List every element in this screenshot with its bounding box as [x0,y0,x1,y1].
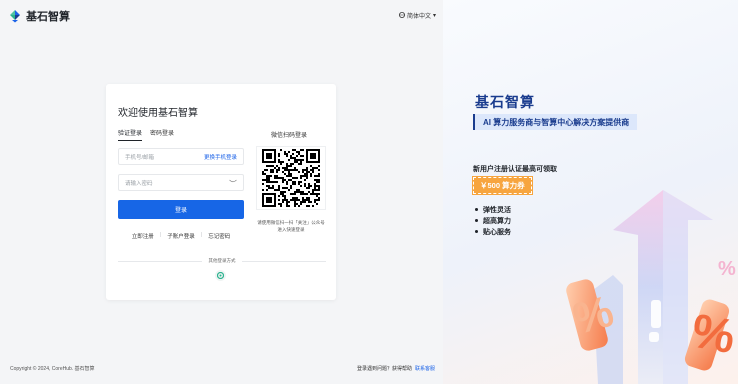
promo-illustration: % % % [566,190,738,384]
qr-hint-line2: 进入快速登录 [277,227,305,232]
tab-password-login[interactable]: 密码登录 [150,128,174,141]
qr-hint-line1: 请使用微信扫一扫「关注」公众号 [257,220,325,225]
qr-hint: 请使用微信扫一扫「关注」公众号 进入快速登录 [256,219,326,233]
auth-links: 立即注册 | 子账户登录 | 忘记密码 [118,232,244,240]
wechat-login-icon[interactable] [215,270,226,281]
feature-label: 弹性灵活 [483,206,511,214]
promo-pane: 基石智算 AI 算力服务商与智算中心解决方案提供商 新用户注册认证最高可领取 ￥… [443,0,738,384]
qr-code [256,146,326,210]
help-text: 登录遇到问题？获得帮助 [357,366,413,372]
feature-item: 弹性灵活 [475,204,511,215]
chevron-down-icon: ▾ [433,13,437,19]
copyright-text: Copyright © 2024, CoreHub. 基石智算 [10,366,95,372]
brand-logo[interactable]: 基石智算 [8,8,70,24]
feature-label: 超高算力 [483,217,511,225]
offer-text: 新用户注册认证最高可领取 [473,166,557,173]
login-card: 欢迎使用基石智算 验证登录 密码登录 手机号/邮箱 更换手机登录 请输入密码 登… [106,84,336,300]
password-field[interactable]: 请输入密码 [118,174,244,191]
qr-title: 微信扫码登录 [271,133,308,139]
login-button[interactable]: 登录 [118,200,244,219]
feature-item: 贴心服务 [475,226,511,237]
feature-label: 贴心服务 [483,228,511,236]
eye-closed-icon[interactable] [229,179,237,186]
coupon-badge: ￥500 算力券 [472,176,533,195]
welcome-title: 欢迎使用基石智算 [118,108,198,119]
divider-line-right [242,261,326,262]
help-bar: 登录遇到问题？获得帮助 联系客服 [357,365,435,372]
corehub-logo-icon [8,9,22,23]
promo-title: 基石智算 [475,94,535,110]
language-selector[interactable]: 简体中文 ▾ [399,11,436,20]
feature-item: 超高算力 [475,215,511,226]
tab-verify-login[interactable]: 验证登录 [118,128,143,141]
phone-email-field[interactable]: 手机号/邮箱 更换手机登录 [118,148,244,165]
login-tabs: 验证登录 密码登录 [118,128,174,141]
feature-list: 弹性灵活 超高算力 贴心服务 [475,204,511,237]
bullet-icon [475,208,478,211]
globe-icon [399,11,405,20]
login-pane: 基石智算 简体中文 ▾ 欢迎使用基石智算 验证登录 密码登录 手机号/邮箱 更换… [0,0,443,384]
brand-name: 基石智算 [26,11,70,23]
sub-account-login-link[interactable]: 子账户登录 [167,232,195,240]
bullet-icon [475,230,478,233]
phone-email-placeholder: 手机号/邮箱 [125,154,155,161]
contact-support-link[interactable]: 联系客服 [415,365,435,372]
promo-subtitle: AI 算力服务商与智算中心解决方案提供商 [473,114,638,130]
forgot-password-link[interactable]: 忘记密码 [208,232,230,240]
password-placeholder: 请输入密码 [125,180,153,187]
svg-text:%: % [688,305,738,365]
switch-phone-link[interactable]: 更换手机登录 [204,153,237,161]
register-link[interactable]: 立即注册 [132,232,154,240]
svg-text:%: % [718,258,736,280]
other-methods-divider: 其他登录方式 [118,258,326,264]
link-separator: | [159,232,162,238]
bullet-icon [475,219,478,222]
link-separator: | [200,232,203,238]
language-label: 简体中文 [407,14,432,20]
